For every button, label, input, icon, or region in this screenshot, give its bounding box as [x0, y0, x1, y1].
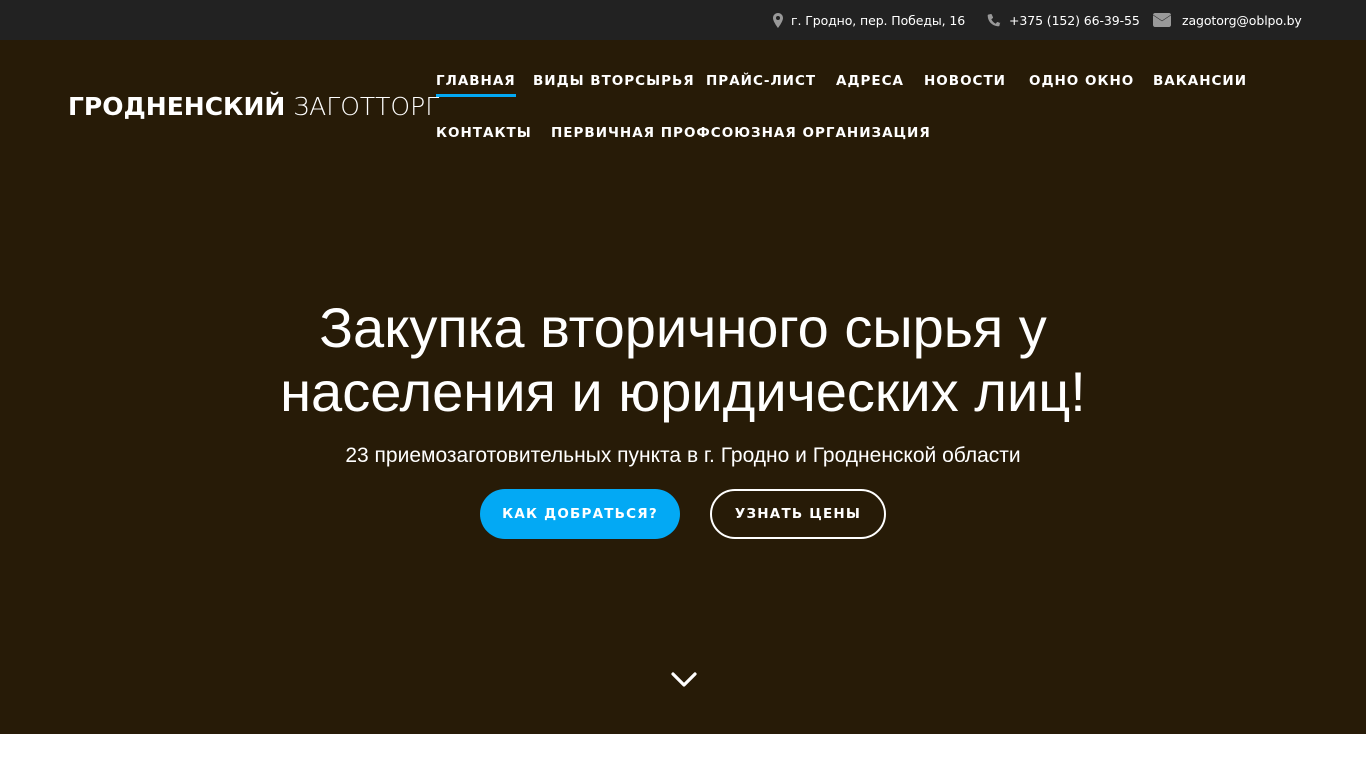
logo-light-text: ЗАГОТТОРГ [293, 92, 440, 121]
nav-item-news[interactable]: НОВОСТИ [924, 72, 1006, 90]
nav-item-home[interactable]: ГЛАВНАЯ [436, 72, 516, 97]
nav-item-vacancies[interactable]: ВАКАНСИИ [1153, 72, 1247, 90]
nav-item-trade-union[interactable]: ПЕРВИЧНАЯ ПРОФСОЮЗНАЯ ОРГАНИЗАЦИЯ [551, 124, 931, 142]
address-text: г. Гродно, пер. Победы, 16 [791, 12, 966, 28]
site-logo[interactable]: ГРОДНЕНСКИЙ ЗАГОТТОРГ [68, 91, 439, 123]
top-bar: г. Гродно, пер. Победы, 16 +375 (152) 66… [0, 0, 1366, 40]
directions-button[interactable]: КАК ДОБРАТЬСЯ? [480, 489, 680, 539]
nav-item-one-window[interactable]: ОДНО ОКНО [1029, 72, 1134, 90]
envelope-icon [1153, 13, 1171, 27]
phone-text[interactable]: +375 (152) 66-39-55 [1009, 13, 1140, 28]
hero-title-line2: населения и юридических лиц! [280, 360, 1086, 423]
hero-title: Закупка вторичного сырья у населения и ю… [183, 296, 1183, 424]
hero-title-line1: Закупка вторичного сырья у [319, 296, 1047, 359]
nav-item-price-list[interactable]: ПРАЙС-ЛИСТ [706, 72, 816, 90]
nav-item-recyclables[interactable]: ВИДЫ ВТОРСЫРЬЯ [533, 72, 695, 90]
logo-bold-text: ГРОДНЕНСКИЙ [68, 92, 286, 121]
prices-button[interactable]: УЗНАТЬ ЦЕНЫ [710, 489, 886, 539]
hero-subtitle: 23 приемозаготовительных пункта в г. Гро… [345, 444, 1021, 467]
map-marker-icon [773, 12, 783, 28]
email-text[interactable]: zagotorg@oblpo.by [1182, 13, 1302, 28]
email-info[interactable]: zagotorg@oblpo.by [1153, 0, 1302, 40]
phone-icon [987, 13, 1001, 27]
address-info: г. Гродно, пер. Победы, 16 [773, 0, 965, 40]
chevron-down-icon[interactable] [669, 668, 699, 692]
nav-item-addresses[interactable]: АДРЕСА [836, 72, 904, 90]
phone-info[interactable]: +375 (152) 66-39-55 [987, 0, 1140, 40]
nav-item-contacts[interactable]: КОНТАКТЫ [436, 124, 532, 142]
